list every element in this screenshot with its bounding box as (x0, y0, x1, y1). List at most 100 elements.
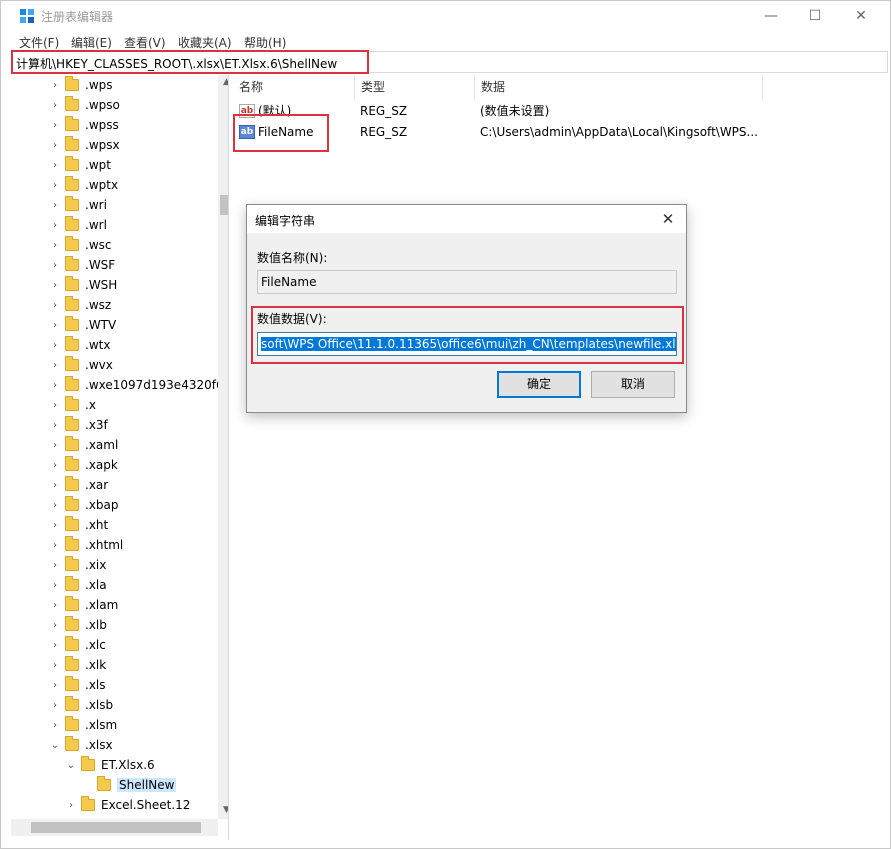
chevron-right-icon[interactable]: › (49, 260, 61, 271)
tree-item[interactable]: › .WSH (49, 275, 117, 295)
tree-item[interactable]: › .xht (49, 515, 108, 535)
tree-item[interactable]: › .xlsb (49, 695, 113, 715)
chevron-right-icon[interactable]: › (49, 660, 61, 671)
ok-button[interactable]: 确定 (497, 371, 581, 398)
tree-item[interactable]: › .wpt (49, 155, 111, 175)
cancel-button[interactable]: 取消 (591, 371, 675, 398)
column-data-header[interactable]: 数据 (475, 75, 763, 99)
tree-item[interactable]: › .wpso (49, 95, 120, 115)
dialog-close-icon[interactable]: ✕ (654, 207, 682, 231)
tree-item[interactable]: › .wsc (49, 235, 111, 255)
chevron-right-icon[interactable]: › (49, 180, 61, 191)
tree-item[interactable]: › .xlam (49, 595, 118, 615)
tree-item[interactable]: › .xaml (49, 435, 118, 455)
chevron-right-icon[interactable]: › (49, 280, 61, 291)
chevron-right-icon[interactable]: › (49, 440, 61, 451)
tree-item[interactable]: › .xbap (49, 495, 119, 515)
chevron-down-icon[interactable]: ⌄ (65, 760, 77, 771)
chevron-right-icon[interactable]: › (49, 240, 61, 251)
tree-item[interactable]: › .xls (49, 675, 106, 695)
chevron-right-icon[interactable]: › (49, 720, 61, 731)
scroll-thumb[interactable] (220, 195, 228, 215)
chevron-right-icon[interactable]: › (49, 80, 61, 91)
tree-item[interactable]: ›ShellNew (81, 775, 177, 795)
address-bar[interactable]: 计算机\HKEY_CLASSES_ROOT\.xlsx\ET.Xlsx.6\Sh… (11, 51, 888, 73)
tree-item[interactable]: › .xlsm (49, 715, 117, 735)
tree-item[interactable]: › .wpsx (49, 135, 120, 155)
menu-help[interactable]: 帮助(H) (244, 34, 286, 51)
chevron-right-icon[interactable]: › (49, 480, 61, 491)
chevron-right-icon[interactable]: › (49, 540, 61, 551)
chevron-right-icon[interactable]: › (49, 640, 61, 651)
tree-item[interactable]: › .xlc (49, 635, 106, 655)
close-button[interactable]: ✕ (838, 1, 884, 31)
chevron-right-icon[interactable]: › (49, 620, 61, 631)
tree-item-label: .xlk (85, 658, 107, 672)
chevron-right-icon[interactable]: › (49, 100, 61, 111)
tree-item[interactable]: › .wtx (49, 335, 110, 355)
tree-item[interactable]: › .WSF (49, 255, 115, 275)
chevron-right-icon[interactable]: › (49, 340, 61, 351)
column-type-header[interactable]: 类型 (355, 75, 475, 99)
tree-item[interactable]: › .wvx (49, 355, 113, 375)
tree-item[interactable]: › .wptx (49, 175, 118, 195)
chevron-right-icon[interactable]: › (49, 160, 61, 171)
tree-item[interactable]: › .wrl (49, 215, 107, 235)
address-path[interactable]: 计算机\HKEY_CLASSES_ROOT\.xlsx\ET.Xlsx.6\Sh… (16, 55, 337, 72)
value-data-field[interactable]: soft\WPS Office\11.1.0.11365\office6\mui… (257, 332, 677, 356)
tree-item[interactable]: ⌄ ET.Xlsx.6 (65, 755, 155, 775)
tree-item[interactable]: › .wri (49, 195, 107, 215)
value-row-filename[interactable]: ab FileName (239, 121, 313, 142)
tree-item[interactable]: › .xla (49, 575, 107, 595)
tree-horizontal-scrollbar[interactable] (11, 819, 218, 836)
chevron-down-icon[interactable]: ⌄ (49, 740, 61, 751)
value-row-default[interactable]: ab (默认) (239, 100, 291, 121)
tree-item[interactable]: › .WTV (49, 315, 116, 335)
chevron-right-icon[interactable]: › (49, 400, 61, 411)
chevron-right-icon[interactable]: › (49, 560, 61, 571)
minimize-button[interactable]: — (748, 1, 794, 31)
chevron-right-icon[interactable]: › (49, 420, 61, 431)
scroll-up-icon[interactable]: ▲ (218, 77, 228, 91)
chevron-right-icon[interactable]: › (49, 460, 61, 471)
chevron-right-icon[interactable]: › (49, 220, 61, 231)
tree-item[interactable]: › .wxe1097d193e4320f6 (49, 375, 224, 395)
chevron-right-icon[interactable]: › (49, 120, 61, 131)
tree-item[interactable]: › .wps (49, 75, 113, 95)
menu-edit[interactable]: 编辑(E) (71, 34, 112, 51)
chevron-right-icon[interactable]: › (49, 580, 61, 591)
chevron-right-icon[interactable]: › (49, 200, 61, 211)
tree-vertical-scrollbar[interactable]: ▲ ▼ (218, 75, 228, 819)
hscroll-thumb[interactable] (31, 822, 201, 833)
tree-item[interactable]: › .xhtml (49, 535, 123, 555)
chevron-right-icon[interactable]: › (49, 140, 61, 151)
tree-item[interactable]: › .xlb (49, 615, 107, 635)
menu-favorites[interactable]: 收藏夹(A) (178, 34, 232, 51)
chevron-right-icon[interactable]: › (49, 380, 61, 391)
tree-item[interactable]: › .xix (49, 555, 106, 575)
maximize-button[interactable]: ☐ (792, 1, 838, 31)
chevron-right-icon[interactable]: › (49, 360, 61, 371)
scroll-down-icon[interactable]: ▼ (218, 805, 228, 819)
tree-item[interactable]: › .x (49, 395, 96, 415)
tree-item[interactable]: › .wsz (49, 295, 111, 315)
chevron-right-icon[interactable]: › (65, 800, 77, 811)
chevron-right-icon[interactable]: › (49, 320, 61, 331)
tree-item[interactable]: › .xapk (49, 455, 118, 475)
chevron-right-icon[interactable]: › (49, 520, 61, 531)
tree-item[interactable]: › .xar (49, 475, 108, 495)
menu-view[interactable]: 查看(V) (124, 34, 166, 51)
tree-item[interactable]: › .wpss (49, 115, 119, 135)
chevron-right-icon[interactable]: › (49, 300, 61, 311)
tree-item[interactable]: › .x3f (49, 415, 108, 435)
chevron-right-icon[interactable]: › (49, 680, 61, 691)
tree-item[interactable]: › .xlk (49, 655, 106, 675)
menu-file[interactable]: 文件(F) (19, 34, 59, 51)
column-name-header[interactable]: 名称 (233, 75, 355, 99)
chevron-right-icon[interactable]: › (49, 600, 61, 611)
tree-item[interactable]: › Excel.Sheet.12 (65, 795, 190, 815)
value-name-field[interactable]: FileName (257, 270, 677, 294)
tree-item[interactable]: ⌄ .xlsx (49, 735, 113, 755)
chevron-right-icon[interactable]: › (49, 700, 61, 711)
chevron-right-icon[interactable]: › (49, 500, 61, 511)
